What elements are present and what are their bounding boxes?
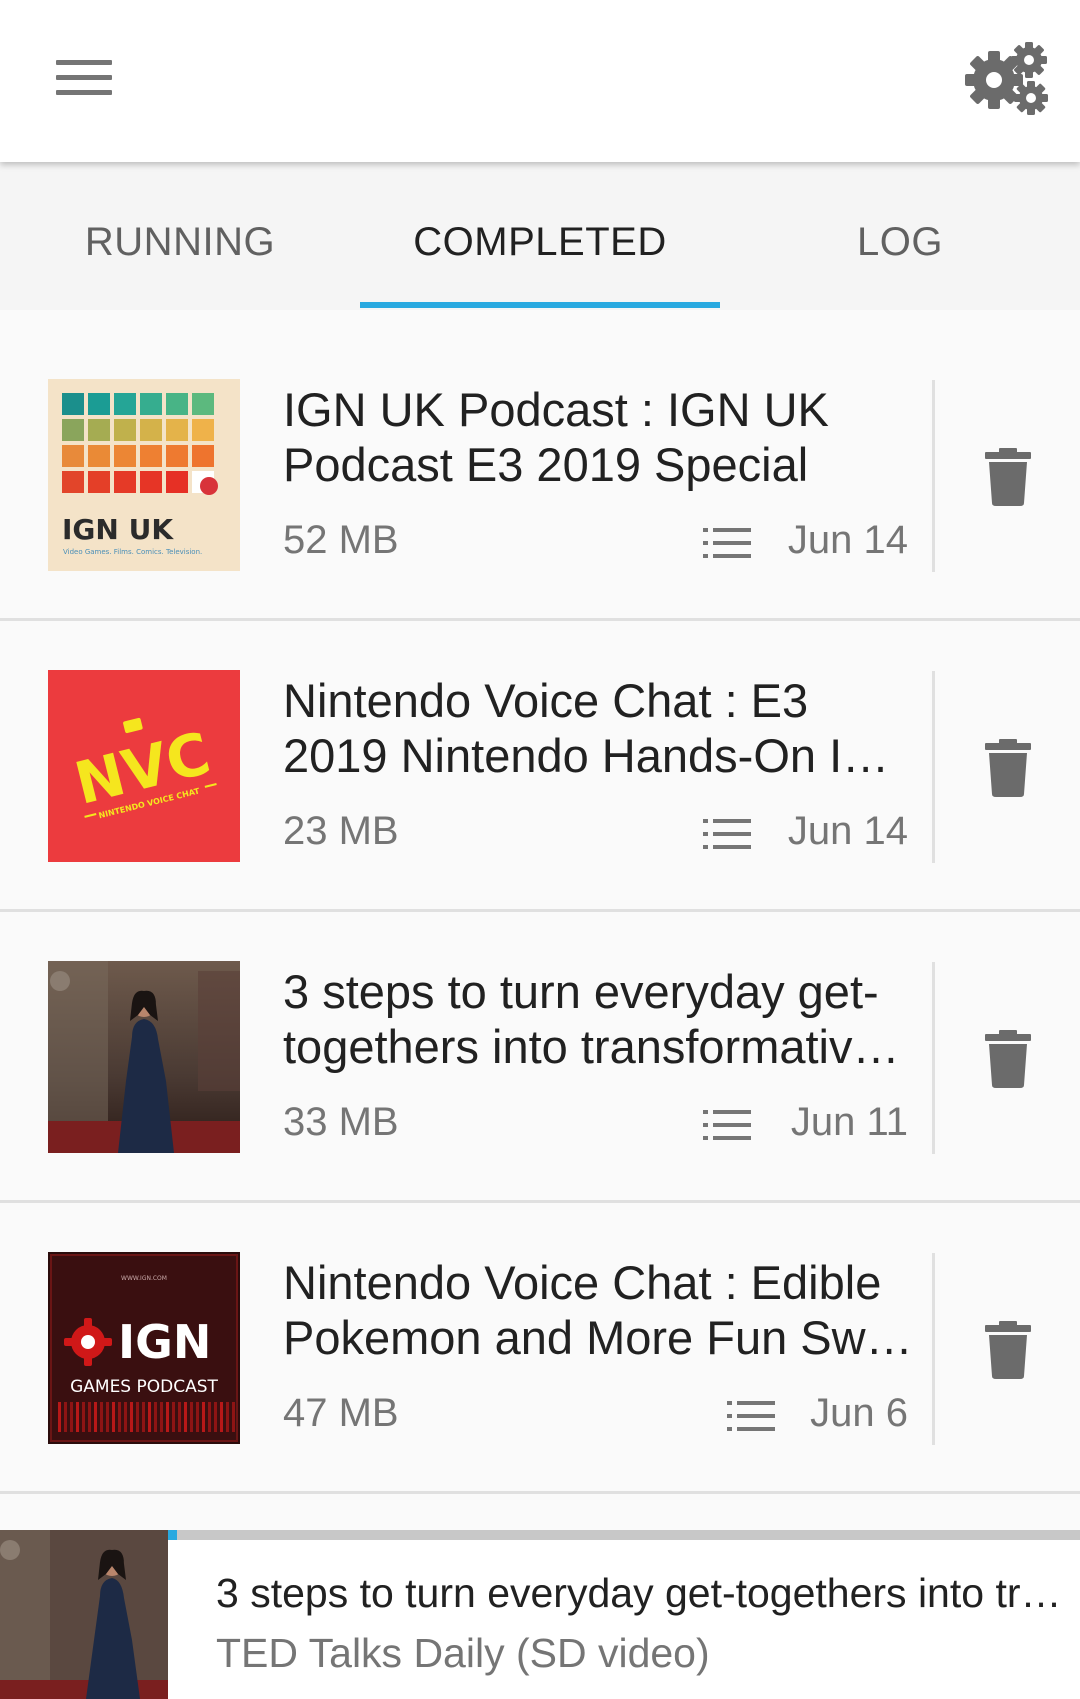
tab-completed[interactable]: COMPLETED xyxy=(360,212,720,272)
cover-url: WWW.IGN.COM xyxy=(121,1275,167,1282)
divider xyxy=(932,671,935,863)
trash-icon xyxy=(985,1030,1031,1088)
menu-button[interactable] xyxy=(48,50,120,106)
nintendo-voice-chat-cover: NVC NINTENDO VOICE CHAT xyxy=(48,670,240,862)
download-date: Jun 14 xyxy=(787,518,908,562)
delete-button[interactable] xyxy=(984,1030,1032,1088)
list-item[interactable]: 3 steps to turn everyday get-togethers i… xyxy=(0,912,1080,1203)
file-size: 23 MB xyxy=(283,809,399,853)
episode-title: Nintendo Voice Chat : Edible Pokemon and… xyxy=(283,1256,913,1364)
cover-brand-text: IGN xyxy=(118,1315,211,1369)
ign-games-podcast-cover: WWW.IGN.COM IGN GAMES PODCAST xyxy=(48,1252,240,1444)
active-tab-indicator xyxy=(360,302,720,308)
show-notes-list-icon[interactable] xyxy=(727,1399,775,1433)
show-notes-list-icon[interactable] xyxy=(703,817,751,851)
file-size: 33 MB xyxy=(283,1100,399,1144)
episode-title: 3 steps to turn everyday get-togethers i… xyxy=(283,965,900,1073)
playback-progress-track[interactable] xyxy=(168,1530,1080,1540)
divider xyxy=(932,962,935,1154)
list-item[interactable]: IGN UK Video Games. Films. Comics. Telev… xyxy=(0,310,1080,621)
app-bar xyxy=(0,0,1080,162)
divider xyxy=(932,1253,935,1445)
trash-icon xyxy=(985,1321,1031,1379)
now-playing-title: 3 steps to turn everyday get-togethers i… xyxy=(216,1570,1062,1616)
show-notes-list-icon[interactable] xyxy=(703,1108,751,1142)
gears-icon xyxy=(965,42,1048,115)
playback-progress-fill xyxy=(168,1530,177,1540)
delete-button[interactable] xyxy=(984,448,1032,506)
tab-running[interactable]: RUNNING xyxy=(0,212,360,272)
episode-title: IGN UK Podcast : IGN UK Podcast E3 2019 … xyxy=(283,383,829,491)
mini-player[interactable]: 3 steps to turn everyday get-togethers i… xyxy=(0,1530,1080,1699)
delete-button[interactable] xyxy=(984,739,1032,797)
completed-downloads-list: IGN UK Video Games. Films. Comics. Telev… xyxy=(0,310,1080,1494)
ted-talk-speaker-cover xyxy=(48,961,240,1153)
download-date: Jun 11 xyxy=(790,1100,908,1144)
download-date: Jun 6 xyxy=(810,1391,908,1435)
cover-tagline: GAMES PODCAST xyxy=(70,1377,218,1397)
divider xyxy=(932,380,935,572)
file-size: 47 MB xyxy=(283,1391,399,1435)
file-size: 52 MB xyxy=(283,518,399,562)
show-notes-list-icon[interactable] xyxy=(703,526,751,560)
now-playing-podcast: TED Talks Daily (SD video) xyxy=(216,1630,710,1676)
cover-brand-text: IGN UK xyxy=(62,513,174,546)
trash-icon xyxy=(985,739,1031,797)
list-item[interactable]: WWW.IGN.COM IGN GAMES PODCAST Nintendo V… xyxy=(0,1203,1080,1494)
settings-button[interactable] xyxy=(960,38,1050,118)
trash-icon xyxy=(985,448,1031,506)
tab-log[interactable]: LOG xyxy=(720,212,1080,272)
list-item[interactable]: NVC NINTENDO VOICE CHAT Nintendo Voice C… xyxy=(0,621,1080,912)
ign-uk-podcast-cover: IGN UK Video Games. Films. Comics. Telev… xyxy=(48,379,240,571)
now-playing-cover xyxy=(0,1530,168,1699)
episode-title: Nintendo Voice Chat : E3 2019 Nintendo H… xyxy=(283,674,890,782)
tab-bar: RUNNING COMPLETED LOG xyxy=(0,162,1080,310)
delete-button[interactable] xyxy=(984,1321,1032,1379)
download-date: Jun 14 xyxy=(787,809,908,853)
cover-tagline: Video Games. Films. Comics. Television. xyxy=(63,548,202,556)
